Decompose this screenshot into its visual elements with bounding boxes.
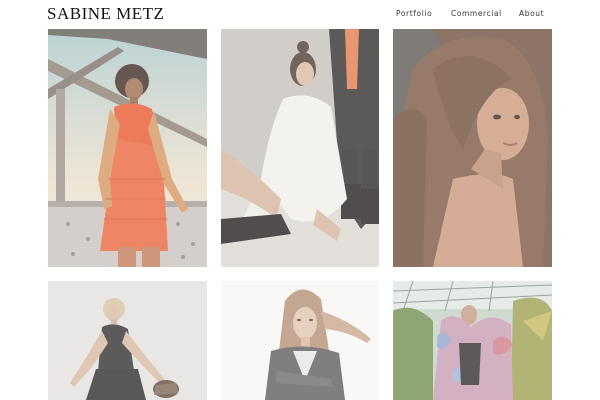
site-header: SABINE METZ Portfolio Commercial About	[0, 0, 600, 28]
gallery-photo-2[interactable]	[221, 29, 379, 267]
gallery-photo-4[interactable]	[48, 281, 207, 400]
site-title[interactable]: SABINE METZ	[47, 5, 164, 23]
gallery-photo-6[interactable]	[393, 281, 552, 400]
nav-link-about[interactable]: About	[519, 9, 544, 18]
nav-link-portfolio[interactable]: Portfolio	[396, 9, 432, 18]
gallery-photo-1[interactable]	[48, 29, 207, 267]
nav-link-commercial[interactable]: Commercial	[451, 9, 502, 18]
gallery-photo-5[interactable]	[221, 281, 379, 400]
gallery-photo-3[interactable]	[393, 29, 552, 267]
